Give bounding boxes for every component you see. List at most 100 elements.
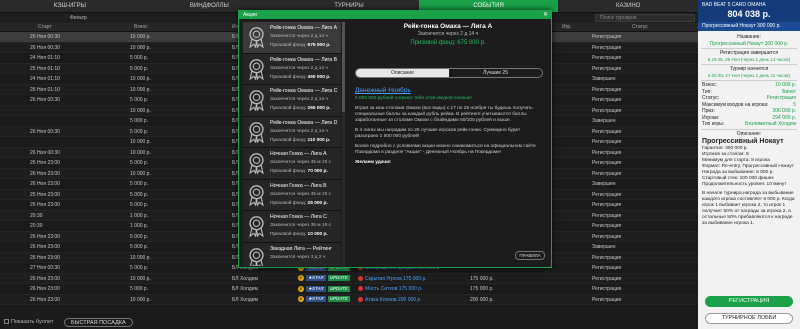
promotion-item[interactable]: Рейк-гонка Омаха — Лига D Закончится чере…: [243, 116, 341, 148]
tournament-lobby-button[interactable]: ТУРНИРНОЕ ЛОББИ: [705, 313, 793, 324]
prize-value: 110 000 р.: [307, 137, 331, 143]
cell-start: 20:30: [30, 223, 43, 229]
jackpot-amount: 804 038 р.: [727, 9, 771, 19]
tab-casino[interactable]: КАЗИНО: [558, 0, 698, 12]
cell-buyin: 10 000 р.: [130, 44, 151, 51]
promotion-item[interactable]: Рейк-гонка Омаха — Лига В Закончится чере…: [243, 53, 341, 85]
quick-seat-button[interactable]: БЫСТРАЯ ПОСАДКА: [64, 318, 133, 327]
tournament-info-list: Взнос: 10 000 р. Тип: Бинет Статус: Регистрац…: [698, 82, 800, 128]
cell-status: Завершен: [592, 118, 616, 124]
description-title: Прогрессивный Нокаут: [702, 138, 784, 145]
filter-button[interactable]: Фильтр: [70, 13, 87, 23]
start-value: в 00:30, 27 Ноя (через 1 день 11 часов): [707, 72, 791, 78]
prize-value: 10 000 р.: [307, 232, 328, 237]
promotion-item-prize: Призовой фонд: 265 000 р.: [270, 106, 330, 111]
promotion-item[interactable]: Звездная Лига — Рейтинг Закончится через …: [243, 242, 341, 266]
tournament-name: Атака Клонов 200 000 р.: [365, 296, 422, 303]
cell-buyin: 10 000 р.: [130, 170, 151, 177]
cell-status: Регистрация: [592, 286, 622, 292]
scrollbar-thumb[interactable]: [342, 22, 345, 112]
table-row[interactable]: 26 Ноя 23:00 5 000 р. БЛ Холдем E ★STAR UPDAT…: [0, 284, 698, 295]
table-row[interactable]: 26 Ноя 23:00 10 000 р. БЛ Холдем E ★STAR UPDA…: [0, 294, 698, 306]
promotion-item-prize: Призовой фонд: 10 000 р.: [270, 232, 328, 237]
cell-name[interactable]: Месть Ситхов 175 000 р.: [358, 284, 422, 295]
cell-name[interactable]: Атака Клонов 200 000 р.: [358, 295, 422, 306]
promotion-item-title: Рейк-гонка Омаха — Лига А: [270, 25, 338, 31]
cell-status: Регистрация: [592, 160, 622, 166]
panel-subtitle: Прогрессивный Нокаут 300 000 р.: [698, 22, 800, 31]
column-players[interactable]: Игр.: [562, 23, 572, 32]
star-badge: ★STAR: [306, 285, 326, 292]
tab-top25[interactable]: Лучшие 25: [449, 69, 542, 77]
cell-status: Завершен: [592, 181, 616, 187]
tab-cash[interactable]: КЭШ-ИГРЫ: [0, 0, 140, 12]
promotion-item-ends: Закончится через 2 д 14 ч: [270, 34, 328, 39]
cell-start: 24 Ноя 01:10: [30, 55, 60, 61]
cell-start: 20:30: [30, 212, 43, 219]
cell-buyin: 5 000 р.: [130, 55, 149, 61]
rules-button[interactable]: ПРАВИЛА: [515, 251, 545, 260]
promotion-prize: Призовой фонд: 675 000 р.: [410, 40, 486, 46]
tab-description[interactable]: Описание: [356, 69, 449, 77]
cell-buyin: 5 000 р.: [130, 160, 149, 166]
promotions-scrollbar[interactable]: [342, 22, 345, 266]
cell-status: Завершен: [592, 244, 616, 250]
modal-titlebar: Акции ✕: [239, 11, 551, 19]
cell-status: Регистрация: [592, 34, 622, 40]
star-badge: ★STAR: [306, 275, 326, 282]
cell-buyin: 10 000 р.: [130, 107, 151, 114]
detail-line: Продолжительность уровня: 10 минут: [702, 182, 787, 187]
divider: [701, 128, 797, 130]
promotion-item-ends: Закончится через 35 м 19 с: [270, 191, 331, 197]
cell-name[interactable]: Скрытая Угроза 175 000 р.: [358, 274, 427, 285]
promotion-item[interactable]: Ночная Гонка — Лига В Закончится через 35…: [243, 179, 341, 211]
table-row[interactable]: 26 Ноя 23:00 10 000 р. БЛ Холдем E ★STAR UPDA…: [0, 273, 698, 285]
show-bullet-checkbox[interactable]: Показать буллет: [4, 319, 53, 326]
update-badge: UPDATE: [327, 275, 350, 282]
description-details: Гарантия: 300 000 р. Игроков за столом: 8…: [698, 146, 800, 188]
promotion-heading[interactable]: Денежный Ноябрь: [355, 86, 543, 96]
poker-lobby: КЭШ-ИГРЫ ВИНДФОЛЛЫ ТУРНИРЫ СОБЫТИЯ КАЗИН…: [0, 0, 800, 329]
award-badge-icon: [249, 121, 264, 143]
promotion-item[interactable]: Ночная Гонка — Лига С Закончится через 35…: [243, 211, 341, 243]
prize-label: Призовой фонд:: [270, 43, 307, 48]
promotion-item[interactable]: Рейк-гонка Омаха — Лига А Закончится чере…: [243, 22, 341, 54]
cell-start: 26 Ноя 23:00: [30, 233, 60, 240]
promotion-item-title: Звездная Лига — Рейтинг: [270, 245, 332, 252]
cell-status: Регистрация: [592, 275, 622, 282]
bounty-icon: [358, 275, 363, 281]
info-key: Тип игры:: [702, 121, 725, 127]
promotion-paragraph: Более подробно с условиями акции можно о…: [355, 144, 536, 155]
close-icon[interactable]: ✕: [543, 11, 548, 19]
show-bullet-label: Показать буллет: [11, 319, 54, 325]
cell-status: Регистрация: [592, 149, 622, 156]
cell-buyin: 10 000 р.: [130, 86, 151, 93]
promotion-item[interactable]: Ночная Гонка — Лига А Закончится через 35…: [243, 148, 341, 180]
cell-buyin: 5 000 р.: [130, 118, 149, 124]
cell-start: 26 Ноя 23:00: [30, 244, 60, 250]
cell-game: БЛ Холдем: [232, 296, 258, 303]
cell-start: 26 Ноя 23:00: [30, 286, 60, 292]
search-input[interactable]: Поиск турниров: [595, 14, 695, 22]
promotion-item-title: Ночная Гонка — Лига А: [270, 151, 327, 157]
info-value: Безлимитный Холдем: [745, 121, 796, 127]
promotion-item[interactable]: Рейк-гонка Омаха — Лига С Закончится чере…: [243, 85, 341, 117]
cell-start: 26 Ноя 00:30: [30, 44, 60, 51]
award-badge-icon: [249, 184, 264, 206]
promotion-item-ends: Закончится через 2 д 14 ч: [270, 65, 328, 71]
promotion-item-prize: Призовой фонд: 70 000 р.: [270, 169, 328, 174]
register-button[interactable]: РЕГИСТРАЦИЯ: [705, 296, 793, 307]
promotion-paragraph: 5 000 000 рублей согреют тебя этой хмуро…: [355, 96, 472, 101]
cell-start: 26 Ноя 23:00: [30, 181, 60, 187]
tournament-details-panel: BAD BEAT 5 CARD OMAHA 804 038 р. Прогрес…: [698, 0, 800, 329]
cell-status: Регистрация: [592, 191, 622, 198]
column-start[interactable]: Старт: [38, 23, 52, 32]
column-status[interactable]: Статус: [632, 23, 648, 32]
e-badge-icon: E: [298, 275, 304, 282]
cell-buyin: 5 000 р.: [130, 181, 149, 187]
cell-game: БЛ Холдем: [232, 275, 258, 282]
column-buyin[interactable]: Взнос: [134, 23, 148, 32]
prize-label: Призовой фонд:: [270, 232, 307, 237]
promotion-item-ends: Закончится через 2 д 14 ч: [270, 128, 328, 134]
promotion-title: Рейк-гонка Омаха — Лига А: [403, 23, 493, 30]
